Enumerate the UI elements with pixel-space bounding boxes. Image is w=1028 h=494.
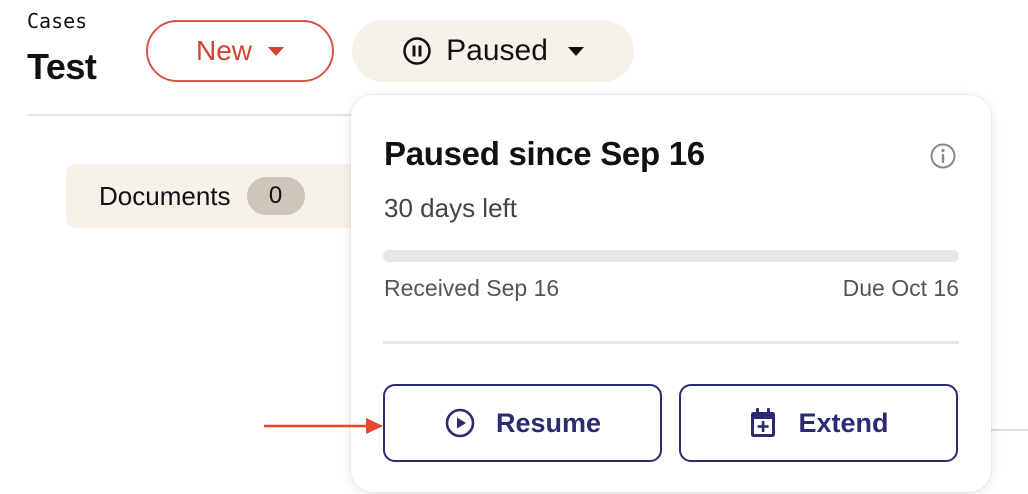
status-dropdown-button[interactable]: New [146,20,334,82]
documents-tab[interactable]: Documents 0 [66,164,366,228]
pause-circle-icon [403,37,431,65]
calendar-plus-icon [751,408,776,437]
breadcrumb[interactable]: Cases [27,9,87,33]
due-date: Due Oct 16 [842,275,959,301]
play-circle-icon [445,408,475,438]
received-date: Received Sep 16 [384,275,560,301]
background-divider [990,429,1028,431]
popover-title: Paused since Sep 16 [384,135,705,172]
days-left-text: 30 days left [384,193,517,223]
resume-button[interactable]: Resume [383,384,662,462]
extend-label: Extend [798,407,889,438]
paused-label: Paused [446,34,548,67]
header-divider [27,114,357,116]
resume-label: Resume [495,407,602,438]
chevron-down-icon [268,46,284,56]
chevron-down-icon [567,46,584,56]
documents-count-badge: 0 [246,177,305,215]
page-title: Test [27,46,97,87]
annotation-arrow [264,418,383,434]
extend-button[interactable]: Extend [679,384,958,462]
pause-progress-bar [383,250,959,262]
documents-label: Documents [99,180,231,211]
popover-divider [383,341,959,344]
paused-dropdown-button[interactable]: Paused [352,20,634,82]
info-icon[interactable] [929,142,957,170]
status-label: New [195,35,252,66]
pause-popover: Paused since Sep 16 30 days left Receive… [351,95,991,492]
